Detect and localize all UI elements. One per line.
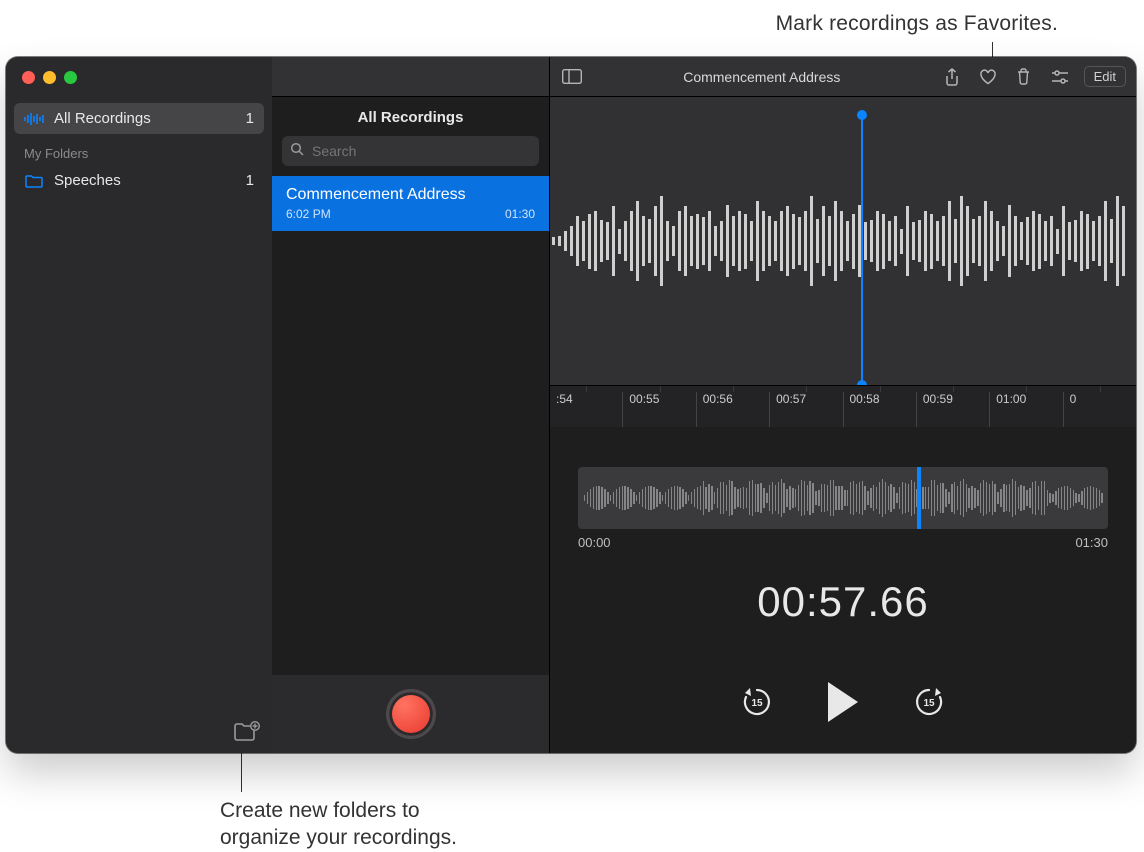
edit-button[interactable]: Edit	[1084, 66, 1126, 87]
toolbar-spacer	[272, 57, 549, 97]
app-window: All Recordings 1 My Folders Speeches 1	[6, 57, 1136, 753]
ruler-tick: 00:55	[622, 392, 695, 427]
recording-row[interactable]: Commencement Address 6:02 PM 01:30	[272, 176, 549, 231]
overview-labels: 00:00 01:30	[550, 529, 1136, 550]
delete-button[interactable]	[1012, 65, 1036, 89]
svg-text:15: 15	[751, 698, 763, 709]
fullscreen-window-button[interactable]	[64, 71, 77, 84]
recordings-list: Commencement Address 6:02 PM 01:30	[272, 176, 549, 675]
recordings-column: All Recordings Commencement Address 6:02…	[272, 57, 550, 753]
play-icon	[828, 682, 858, 722]
time-ruler: :5400:5500:5600:5700:5800:5901:000	[550, 385, 1136, 427]
favorite-button[interactable]	[976, 65, 1000, 89]
folder-icon	[24, 174, 44, 188]
skip-back-button[interactable]: 15	[740, 685, 774, 719]
svg-text:15: 15	[923, 698, 935, 709]
share-button[interactable]	[940, 65, 964, 89]
close-window-button[interactable]	[22, 71, 35, 84]
search-wrap	[272, 136, 549, 166]
waveform-bars	[550, 196, 1136, 286]
callout-favorite: Mark recordings as Favorites.	[776, 12, 1058, 36]
sidebar: All Recordings 1 My Folders Speeches 1	[6, 57, 272, 753]
minimize-window-button[interactable]	[43, 71, 56, 84]
overview-wrap	[550, 427, 1136, 529]
window-controls	[6, 57, 272, 97]
waveform-overview[interactable]	[578, 467, 1108, 529]
sidebar-item-speeches[interactable]: Speeches 1	[14, 165, 264, 196]
ruler-tick: :54	[550, 392, 622, 427]
record-button[interactable]	[386, 689, 436, 739]
recording-time: 6:02 PM	[286, 207, 331, 221]
sidebar-folders-header: My Folders	[14, 134, 264, 165]
settings-button[interactable]	[1048, 65, 1072, 89]
recording-subtitle: 6:02 PM 01:30	[286, 207, 535, 221]
toggle-sidebar-button[interactable]	[560, 65, 584, 89]
skip-forward-button[interactable]: 15	[912, 685, 946, 719]
overview-bars	[584, 475, 1102, 521]
new-folder-button[interactable]	[234, 721, 260, 743]
sidebar-footer	[6, 711, 272, 753]
sidebar-item-label: All Recordings	[54, 110, 151, 127]
search-icon	[290, 142, 304, 156]
ruler-tick: 01:00	[989, 392, 1062, 427]
sidebar-item-count: 1	[246, 110, 254, 127]
ruler-tick: 00:57	[769, 392, 842, 427]
recording-duration: 01:30	[505, 207, 535, 221]
ruler-tick: 00:56	[696, 392, 769, 427]
sidebar-item-all-recordings[interactable]: All Recordings 1	[14, 103, 264, 134]
sidebar-item-label: Speeches	[54, 172, 121, 189]
transport-controls: 15 15	[550, 682, 1136, 722]
ruler-tick: 00:58	[843, 392, 916, 427]
current-time: 00:57.66	[550, 578, 1136, 626]
record-bar	[272, 675, 549, 753]
playhead[interactable]	[861, 115, 863, 385]
ruler-tick: 00:59	[916, 392, 989, 427]
recording-title: Commencement Address	[286, 186, 535, 204]
toolbar: Commencement Address Edit	[550, 57, 1136, 97]
recordings-header: All Recordings	[272, 97, 549, 136]
overview-end-time: 01:30	[1075, 535, 1108, 550]
toolbar-title: Commencement Address	[596, 69, 928, 85]
detail-pane: Commencement Address Edit :5400:5500:560…	[550, 57, 1136, 753]
callout-new-folder: Create new folders to organize your reco…	[220, 798, 457, 852]
overview-playhead[interactable]	[917, 467, 921, 529]
search-input[interactable]	[282, 136, 539, 166]
waveform-zoom[interactable]: :5400:5500:5600:5700:5800:5901:000	[550, 97, 1136, 427]
sidebar-list: All Recordings 1 My Folders Speeches 1	[6, 97, 272, 196]
sidebar-item-count: 1	[246, 172, 254, 189]
waveform-icon	[24, 112, 44, 126]
play-button[interactable]	[828, 682, 858, 722]
overview-start-time: 00:00	[578, 535, 611, 550]
ruler-tick: 0	[1063, 392, 1136, 427]
